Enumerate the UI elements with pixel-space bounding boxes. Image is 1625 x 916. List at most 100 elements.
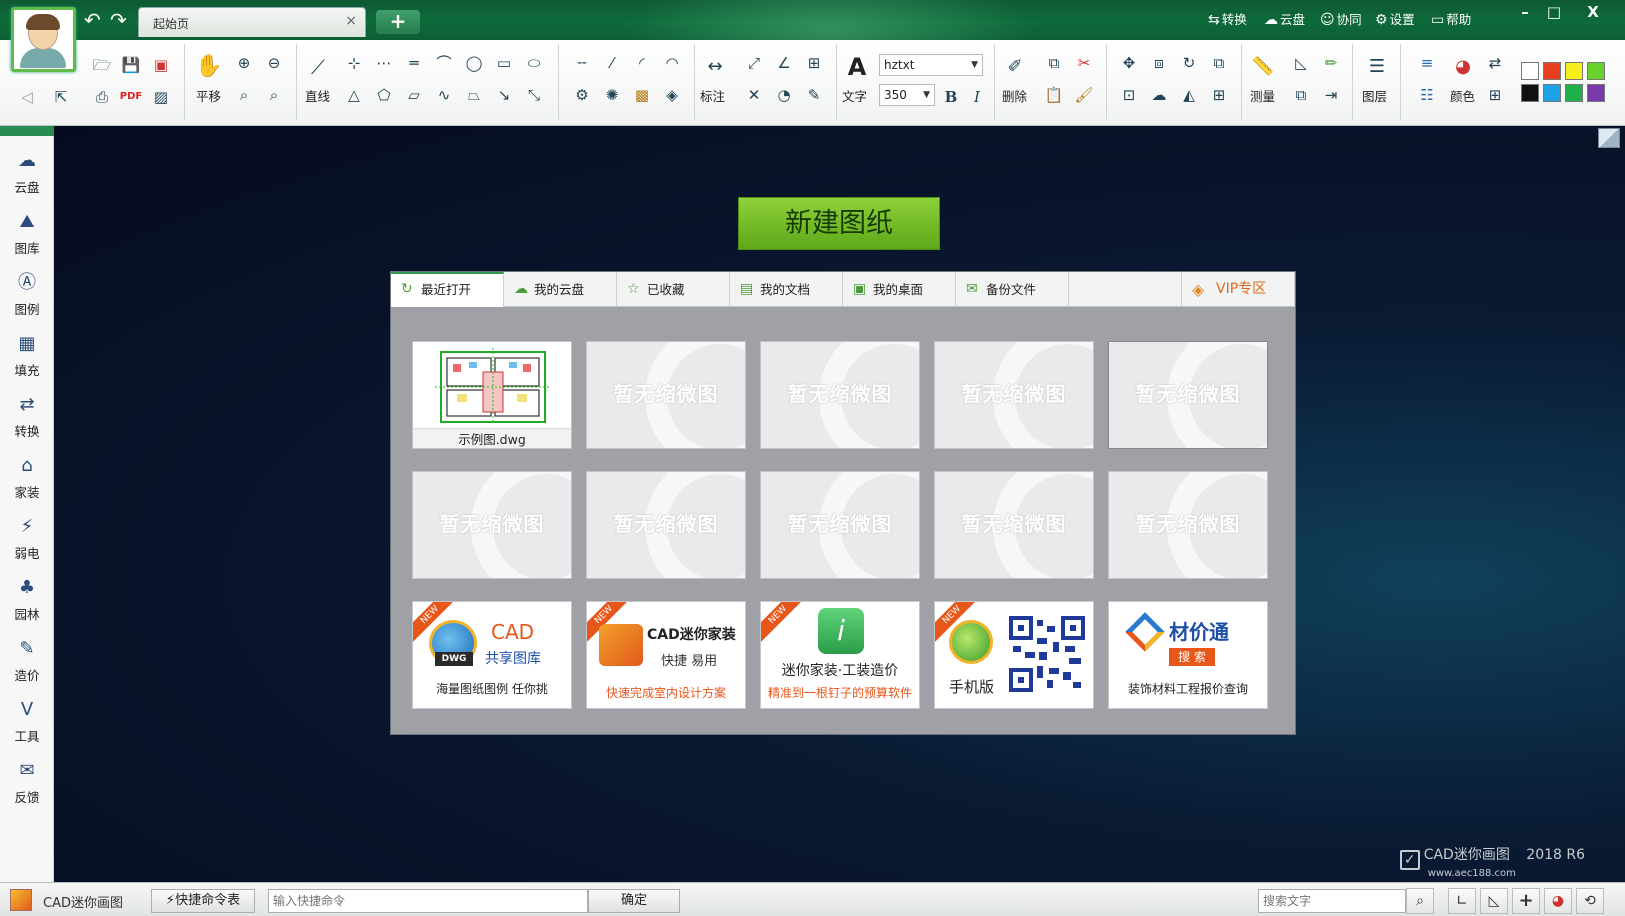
dimension-button[interactable]: 标注 [700, 86, 725, 105]
sidebar-item-cost[interactable]: ✎ 造价 [0, 632, 54, 692]
style-icon[interactable]: ⟲ [1576, 888, 1604, 914]
tab-recent[interactable]: ↻ 最近打开 [391, 272, 504, 307]
sidebar-item-tools[interactable]: V 工具 [0, 693, 54, 753]
polyline-icon[interactable]: ⊹ [341, 50, 367, 76]
color-swatch[interactable] [1587, 62, 1605, 80]
font-size-select[interactable]: 350 ▼ [879, 84, 935, 106]
break-line-icon[interactable]: ╌ [569, 50, 595, 76]
eraser-icon[interactable]: ✐ [1002, 54, 1028, 80]
offset-icon[interactable]: ⧉ [1206, 50, 1232, 76]
sidebar-item-garden[interactable]: ♣ 园林 [0, 571, 54, 631]
erase-button[interactable]: 删除 [1002, 86, 1027, 105]
ad-cost-estimate[interactable]: NEW i 迷你家装·工装造价 精准到一根钉子的预算软件 [760, 601, 920, 709]
format-brush-icon[interactable]: 🖌 [1071, 82, 1097, 108]
sidebar-item-feedback[interactable]: ✉ 反馈 [0, 754, 54, 814]
ortho-icon[interactable]: ∟ [1448, 888, 1476, 914]
pdf-icon[interactable]: PDF [118, 84, 144, 110]
tab-backup[interactable]: ✉ 备份文件 [956, 272, 1069, 307]
italic-button[interactable]: I [964, 84, 990, 110]
sidebar-item-home-deco[interactable]: ⌂ 家装 [0, 449, 54, 509]
fill-bucket-icon[interactable]: ◈ [659, 82, 685, 108]
copy-icon[interactable]: ⧉ [1041, 50, 1067, 76]
zoom-window-icon[interactable]: ⌕ [231, 82, 257, 108]
print-icon[interactable]: ⎙ [89, 84, 115, 110]
line-tool-icon[interactable]: ⟋ [305, 54, 331, 80]
rectangle-icon[interactable]: ▭ [491, 50, 517, 76]
color-swatch[interactable] [1521, 84, 1539, 102]
aligned-dim-icon[interactable]: ⤢ [741, 50, 767, 76]
ad-mobile-app[interactable]: NEW 手机版 [934, 601, 1094, 709]
bold-button[interactable]: B [938, 84, 964, 110]
tab-my-cloud[interactable]: ☁ 我的云盘 [504, 272, 617, 307]
match-prop-icon[interactable]: ⇄ [1482, 50, 1508, 76]
arrow-line-icon[interactable]: ⤡ [521, 82, 547, 108]
tab-start-page[interactable]: 起始页 × [138, 7, 366, 37]
insert-block-icon[interactable]: ⧉ [1288, 82, 1314, 108]
color-swatch[interactable] [1521, 62, 1539, 80]
pentagon-icon[interactable]: ⬠ [371, 82, 397, 108]
revision-cloud-icon[interactable]: ✺ [599, 82, 625, 108]
move-icon[interactable]: ✥ [1116, 50, 1142, 76]
angle-dim-icon[interactable]: ∠ [771, 50, 797, 76]
layer-button[interactable]: 图层 [1362, 86, 1387, 105]
parallelogram-icon[interactable]: ▱ [401, 82, 427, 108]
export-image-icon[interactable]: ▨ [148, 84, 174, 110]
paste-icon[interactable]: 📋 [1041, 82, 1067, 108]
rotate-icon[interactable]: ↻ [1176, 50, 1202, 76]
explode-icon[interactable]: ⊞ [1206, 82, 1232, 108]
cut-icon[interactable]: ✂ [1071, 50, 1097, 76]
undo-icon[interactable]: ↶ [84, 10, 101, 30]
trapezoid-icon[interactable]: ⏢ [461, 82, 487, 108]
tab-close-icon[interactable]: × [345, 13, 357, 29]
scale-icon[interactable]: ⧈ [1146, 50, 1172, 76]
color-swatch[interactable] [1543, 84, 1561, 102]
leader-icon[interactable]: ✎ [801, 82, 827, 108]
collab-link[interactable]: ☺ 协同 [1320, 9, 1362, 28]
text-tool-icon[interactable]: A [844, 54, 870, 80]
area-measure-icon[interactable]: ◺ [1288, 50, 1314, 76]
circle-icon[interactable]: ◯ [461, 50, 487, 76]
open-file-icon[interactable]: 🗁 [89, 52, 115, 78]
color-swatch[interactable] [1587, 84, 1605, 102]
tab-desktop[interactable]: ▣ 我的桌面 [843, 272, 956, 307]
settings-link[interactable]: ⚙ 设置 [1375, 9, 1415, 28]
triangle-icon[interactable]: △ [341, 82, 367, 108]
new-tab-button[interactable]: + [376, 10, 420, 34]
recent-file-thumbnail[interactable]: 示例图.dwg [412, 341, 572, 449]
user-avatar[interactable] [11, 7, 76, 72]
tab-vip[interactable]: ◈ VIP专区 [1181, 272, 1295, 307]
mirror-icon[interactable]: ◭ [1176, 82, 1202, 108]
measure-button[interactable]: 测量 [1250, 86, 1275, 105]
corner-fold-icon[interactable] [1598, 128, 1620, 148]
gear-shape-icon[interactable]: ⚙ [569, 82, 595, 108]
color-button[interactable]: 颜色 [1450, 86, 1475, 105]
save-as-icon[interactable]: ▣ [148, 52, 174, 78]
command-input[interactable] [268, 889, 588, 913]
sidebar-item-legend[interactable]: Ⓐ 图例 [0, 266, 54, 326]
ad-home-deco[interactable]: NEW CAD迷你家装 快捷 易用 快速完成室内设计方案 [586, 601, 746, 709]
color-wheel-icon[interactable]: ◕ [1544, 888, 1572, 914]
save-icon[interactable]: 💾 [118, 52, 144, 78]
ad-material-price[interactable]: 材价通 搜 索 装饰材料工程报价查询 [1108, 601, 1268, 709]
maximize-button[interactable]: □ [1543, 3, 1565, 21]
crosshair-icon[interactable]: + [1512, 888, 1540, 914]
convert-link[interactable]: ⇆ 转换 [1208, 9, 1247, 28]
arc-icon[interactable]: ◠ [659, 50, 685, 76]
prev-icon[interactable]: ◁ [14, 84, 40, 110]
font-name-select[interactable]: hztxt ▼ [879, 54, 983, 76]
sidebar-item-convert[interactable]: ⇄ 转换 [0, 388, 54, 448]
sidebar-item-hatch[interactable]: ▦ 填充 [0, 327, 54, 387]
zoom-in-icon[interactable]: ⊕ [231, 50, 257, 76]
sidebar-item-weak-current[interactable]: ⚡ 弱电 [0, 510, 54, 570]
line-type-icon[interactable]: ☷ [1414, 82, 1440, 108]
command-table-button[interactable]: ⚡快捷命令表 [151, 889, 255, 913]
import-icon[interactable]: ⇱ [48, 84, 74, 110]
layer-icon[interactable]: ☰ [1364, 54, 1390, 80]
ruler-icon[interactable]: 📏 [1250, 54, 1276, 80]
curve-icon[interactable]: ∿ [431, 82, 457, 108]
color-swatch[interactable] [1543, 62, 1561, 80]
minimize-button[interactable]: – [1514, 3, 1536, 21]
line-tool-button[interactable]: 直线 [305, 86, 330, 105]
ad-shared-gallery[interactable]: NEW DWG CAD 共享图库 海量图纸图例 任你挑 [412, 601, 572, 709]
pan-hand-icon[interactable]: ✋ [195, 54, 222, 80]
